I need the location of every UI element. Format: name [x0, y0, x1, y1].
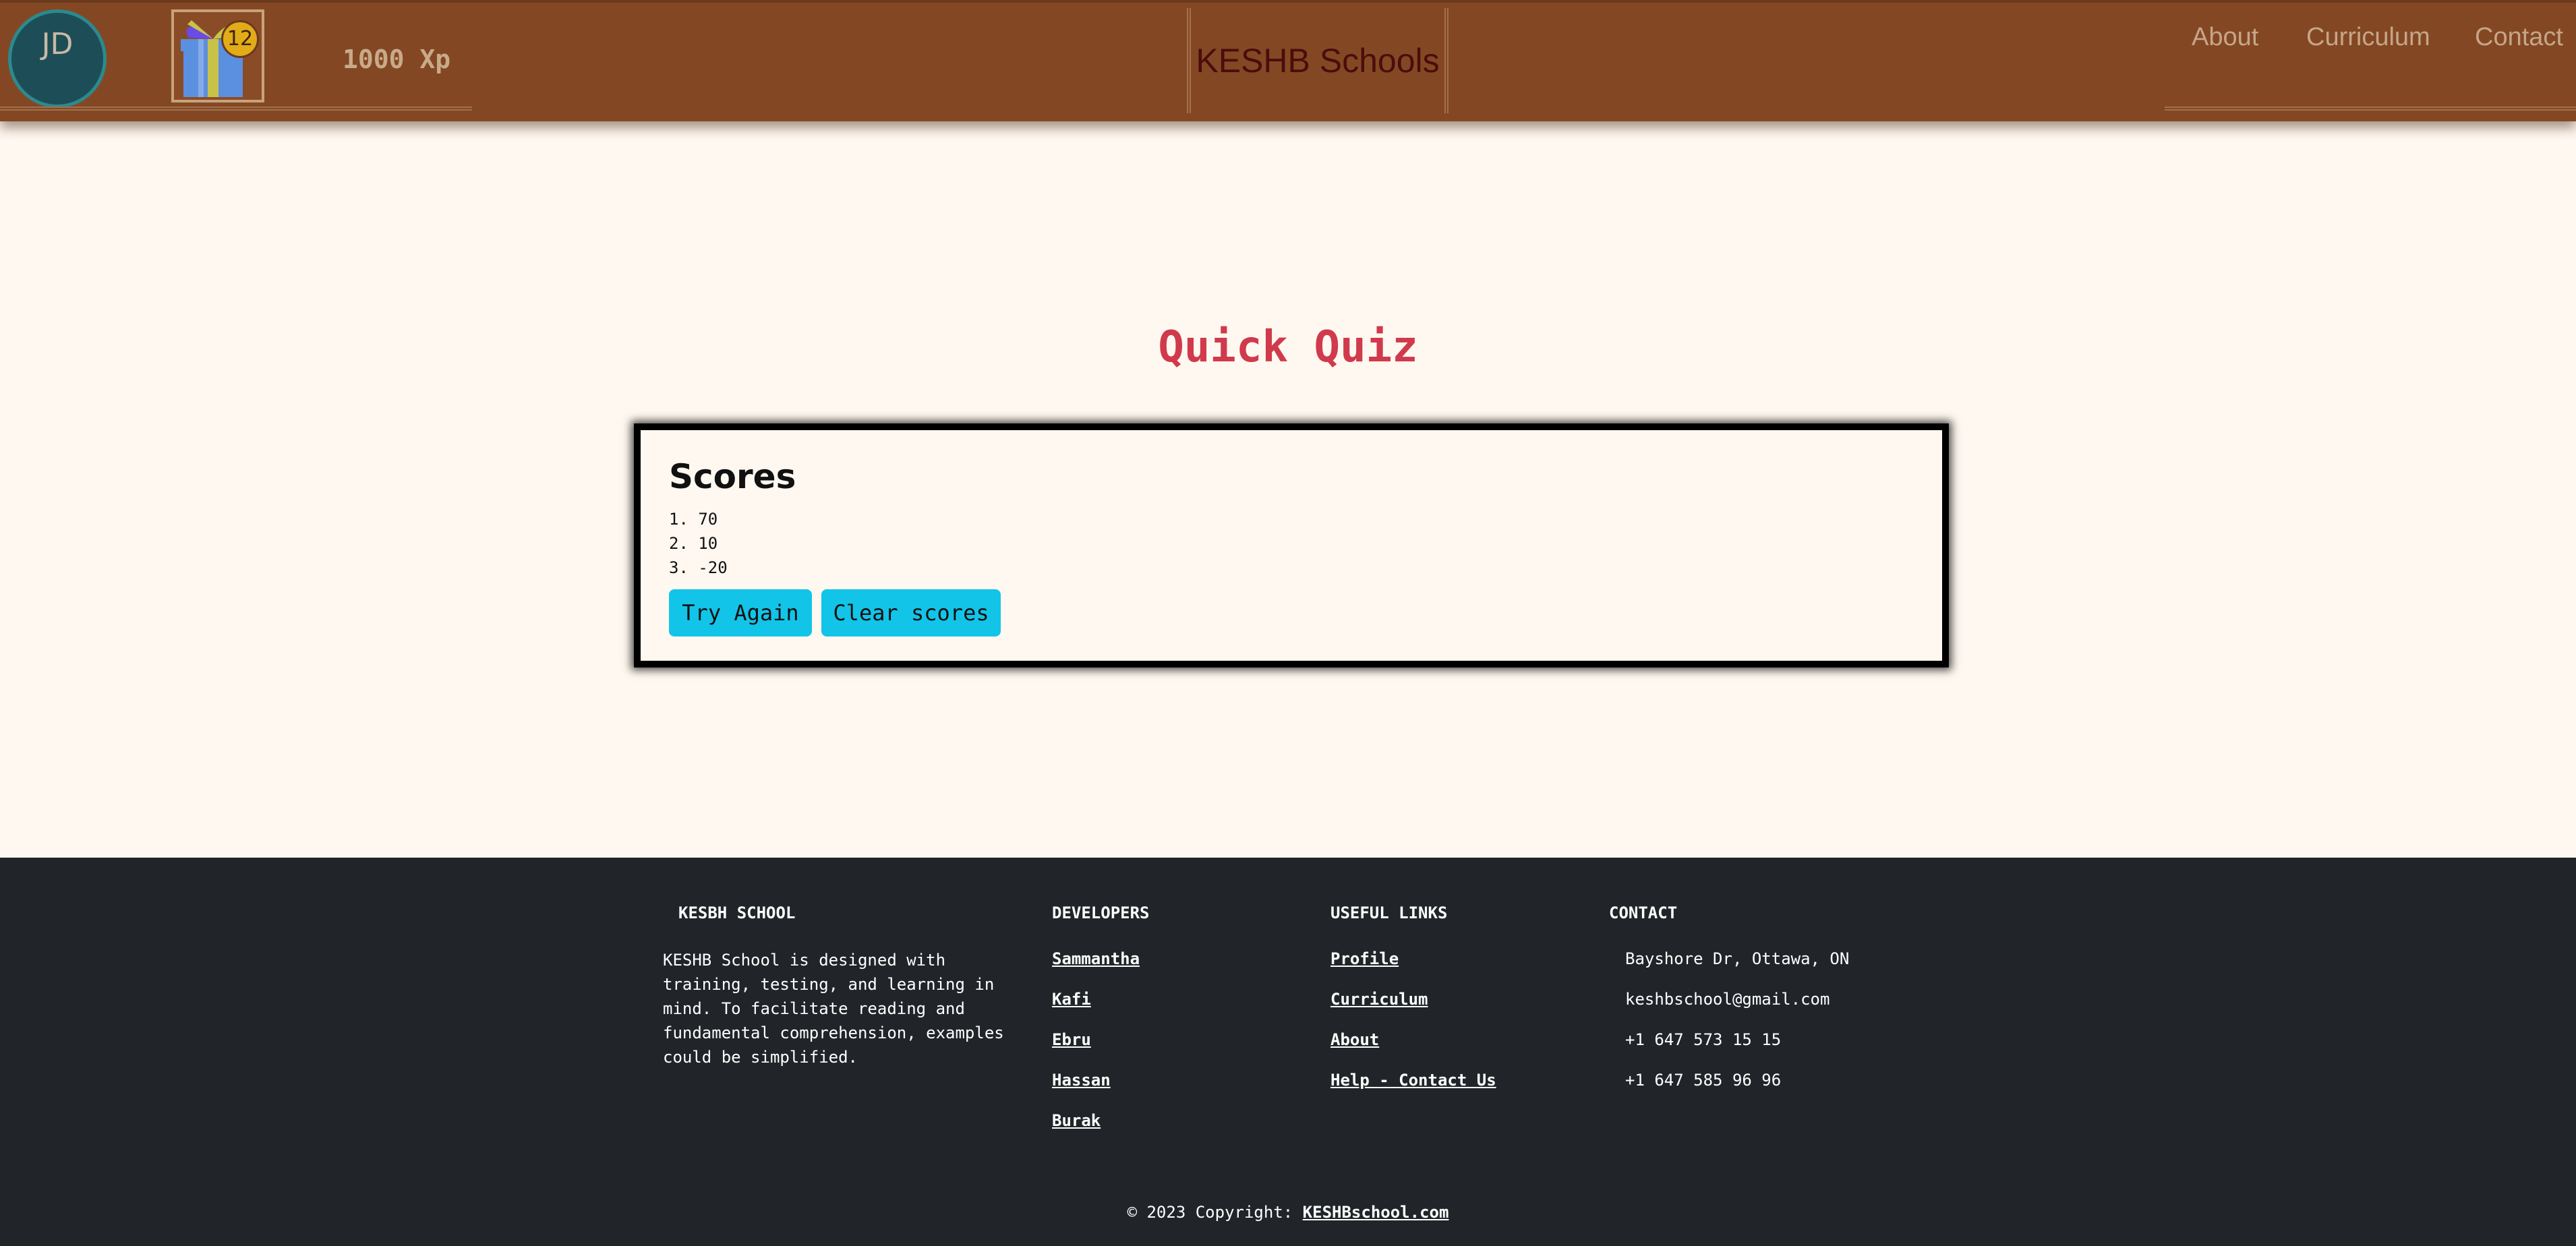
- score-item: 3. -20: [669, 558, 728, 577]
- gift-count-badge: 12: [221, 20, 259, 58]
- developer-link[interactable]: Kafi: [1052, 990, 1091, 1009]
- contact-address: Bayshore Dr, Ottawa, ON: [1625, 949, 1850, 968]
- header-divider: [2165, 107, 2576, 111]
- developer-link[interactable]: Burak: [1052, 1111, 1101, 1130]
- developer-link[interactable]: Sammantha: [1052, 949, 1140, 968]
- avatar[interactable]: JD: [8, 9, 107, 108]
- score-list: 1. 70 2. 10 3. -20: [669, 507, 728, 580]
- site-footer: KESBH SCHOOL KESHB School is designed wi…: [0, 858, 2576, 1246]
- footer-link-help[interactable]: Help - Contact Us: [1330, 1071, 1496, 1090]
- header-divider: [0, 107, 472, 111]
- rewards-button[interactable]: 12: [171, 9, 264, 102]
- footer-link-about[interactable]: About: [1330, 1030, 1379, 1049]
- clear-scores-button[interactable]: Clear scores: [821, 589, 1001, 636]
- contact-phone: +1 647 573 15 15: [1625, 1030, 1782, 1049]
- scores-card: Scores 1. 70 2. 10 3. -20 Try Again Clea…: [634, 423, 1949, 668]
- contact-email: keshbschool@gmail.com: [1625, 990, 1830, 1009]
- copyright: © 2023 Copyright: KESHBschool.com: [0, 1203, 2576, 1222]
- nav-about[interactable]: About: [2192, 23, 2258, 52]
- footer-developers-heading: DEVELOPERS: [1052, 903, 1150, 922]
- footer-link-curriculum[interactable]: Curriculum: [1330, 990, 1428, 1009]
- site-header: JD 12 1000 Xp KESHB Schools About Curric…: [0, 0, 2576, 121]
- developer-link[interactable]: Hassan: [1052, 1071, 1111, 1090]
- contact-phone: +1 647 585 96 96: [1625, 1071, 1782, 1090]
- score-item: 1. 70: [669, 510, 718, 529]
- footer-link-profile[interactable]: Profile: [1330, 949, 1399, 968]
- brand-label: KESHB Schools: [1196, 42, 1440, 80]
- developer-link[interactable]: Ebru: [1052, 1030, 1091, 1049]
- footer-contact-heading: CONTACT: [1609, 903, 1678, 922]
- footer-links-heading: USEFUL LINKS: [1330, 903, 1448, 922]
- nav-curriculum[interactable]: Curriculum: [2306, 23, 2430, 52]
- footer-school-description: KESHB School is designed with training, …: [663, 951, 1004, 1067]
- try-again-button[interactable]: Try Again: [669, 589, 812, 636]
- copyright-link[interactable]: KESHBschool.com: [1303, 1203, 1449, 1222]
- scores-heading: Scores: [669, 457, 796, 496]
- footer-school-heading: KESBH SCHOOL: [678, 903, 796, 922]
- site-brand[interactable]: KESHB Schools: [1187, 8, 1448, 113]
- xp-points: 1000 Xp: [343, 44, 451, 74]
- score-item: 2. 10: [669, 534, 718, 553]
- page-title: Quick Quiz: [1158, 322, 1418, 372]
- nav-contact[interactable]: Contact: [2475, 23, 2563, 52]
- avatar-initials: JD: [41, 27, 74, 61]
- copyright-text: © 2023 Copyright:: [1127, 1203, 1303, 1222]
